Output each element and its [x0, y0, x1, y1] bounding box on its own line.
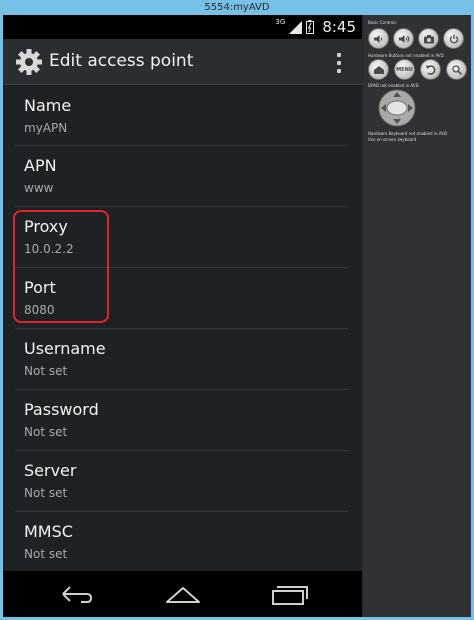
- pref-summary: 8080: [24, 303, 55, 317]
- overflow-menu-icon[interactable]: [336, 53, 342, 73]
- pref-title: MMSC: [24, 522, 73, 541]
- recent-apps-icon[interactable]: [269, 581, 309, 607]
- basic-controls-label: Basic Controls: [368, 20, 397, 25]
- preference-list: Name myAPN APN www Proxy 10.0.2.2 Port 8…: [3, 86, 362, 573]
- pref-mmsc[interactable]: MMSC Not set: [15, 512, 348, 573]
- pref-title: Proxy: [24, 217, 68, 236]
- pref-apn[interactable]: APN www: [15, 146, 348, 207]
- pref-title: Username: [24, 339, 106, 358]
- power-icon[interactable]: [443, 28, 464, 49]
- pref-title: Server: [24, 461, 77, 480]
- network-type: 3G: [275, 18, 286, 26]
- hw-home-icon[interactable]: [368, 59, 389, 80]
- back-icon[interactable]: [57, 581, 97, 607]
- pref-name[interactable]: Name myAPN: [15, 86, 348, 146]
- hardware-keyboard-label: Hardware Keyboard not enabled in AVD: [368, 131, 448, 136]
- pref-summary: myAPN: [24, 121, 68, 135]
- status-clock: 8:45: [322, 18, 356, 36]
- pref-summary: Not set: [24, 364, 68, 378]
- status-bar: 3G 8:45: [3, 15, 362, 39]
- hw-menu-label: MENU: [396, 66, 413, 73]
- navigation-bar: [3, 571, 362, 617]
- window-title: 5554:myAVD: [204, 2, 270, 13]
- pref-server[interactable]: Server Not set: [15, 451, 348, 512]
- hardware-buttons-label: Hardware Buttons not enabled in AVD: [368, 53, 444, 58]
- camera-icon[interactable]: [418, 28, 439, 49]
- pref-summary: Not set: [24, 547, 68, 561]
- emulator-screen: 3G 8:45 Edit access point Name myAPN APN…: [3, 15, 362, 617]
- dpad-control[interactable]: [378, 89, 416, 127]
- action-bar: Edit access point: [3, 39, 362, 85]
- pref-summary: www: [24, 181, 54, 195]
- pref-title: Password: [24, 400, 99, 419]
- pref-password[interactable]: Password Not set: [15, 390, 348, 451]
- pref-port[interactable]: Port 8080: [15, 268, 348, 329]
- pref-proxy[interactable]: Proxy 10.0.2.2: [15, 207, 348, 268]
- pref-title: Name: [24, 96, 72, 115]
- home-icon[interactable]: [163, 581, 203, 607]
- signal-icon: [289, 20, 303, 34]
- pref-title: Port: [24, 278, 56, 297]
- hw-search-icon[interactable]: [446, 59, 467, 80]
- emulator-controls-panel: Basic Controls Hardware Buttons not enab…: [364, 15, 471, 617]
- volume-up-icon[interactable]: [393, 28, 414, 49]
- pref-summary: Not set: [24, 425, 68, 439]
- settings-gear-icon[interactable]: [15, 48, 43, 76]
- on-screen-keyboard-label: Use on screen keyboard: [368, 137, 417, 142]
- page-title: Edit access point: [49, 51, 194, 71]
- window-titlebar: 5554:myAVD: [0, 0, 474, 15]
- hw-back-icon[interactable]: [420, 59, 441, 80]
- pref-summary: 10.0.2.2: [24, 242, 74, 256]
- pref-title: APN: [24, 156, 57, 175]
- volume-down-icon[interactable]: [368, 28, 389, 49]
- hw-menu-button[interactable]: MENU: [394, 59, 415, 80]
- dpad-label: DPAD not enabled in AVD: [368, 83, 419, 88]
- battery-icon: [306, 20, 315, 34]
- pref-username[interactable]: Username Not set: [15, 329, 348, 390]
- pref-summary: Not set: [24, 486, 68, 500]
